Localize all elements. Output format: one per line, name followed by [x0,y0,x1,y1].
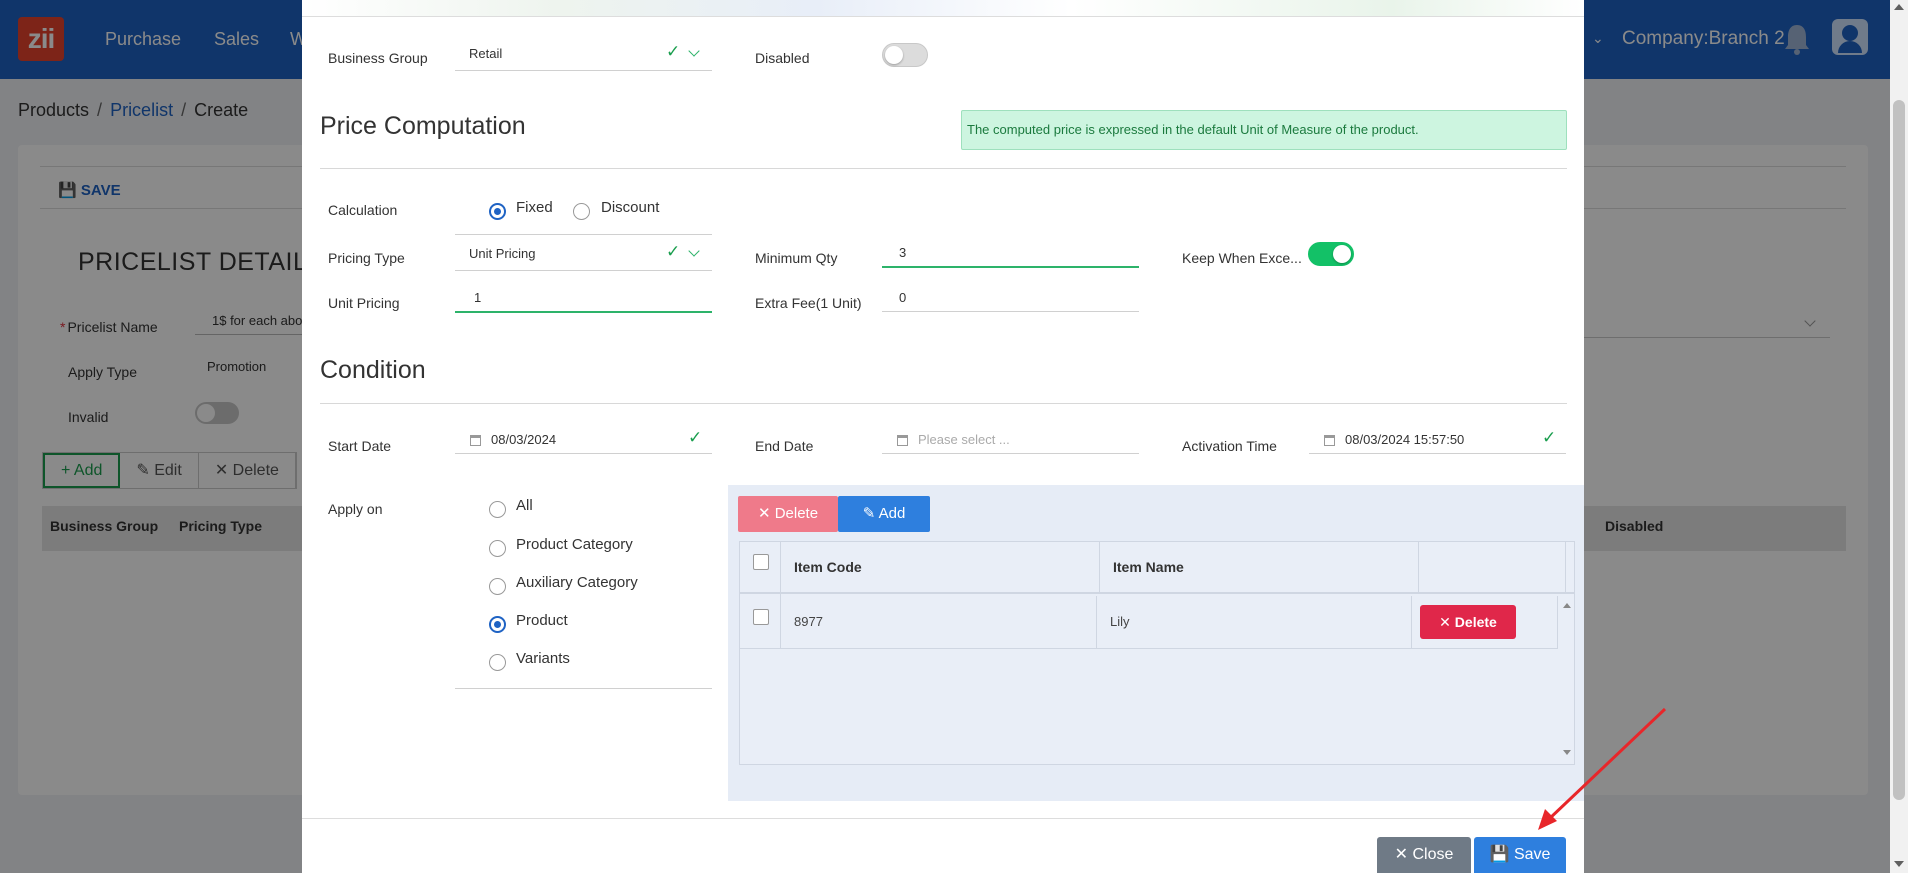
radio-product[interactable] [489,616,506,633]
radio-product-category[interactable] [489,540,506,557]
radio-auxiliary-category-label[interactable]: Auxiliary Category [516,574,638,591]
keep-when-exceeded-label: Keep When Exce... [1182,250,1302,266]
divider [320,168,1567,169]
item-name-cell: Lily [1110,614,1130,629]
underline [882,311,1139,312]
start-date-input[interactable]: 08/03/2024 [491,432,556,447]
unit-pricing-label: Unit Pricing [328,295,400,311]
chevron-down-icon[interactable] [688,245,700,257]
pricing-type-select[interactable]: Unit Pricing [469,246,535,261]
row-checkbox[interactable] [753,609,769,625]
scrollbar-thumb[interactable] [1893,100,1905,800]
select-all-checkbox[interactable] [753,554,769,570]
divider [320,403,1567,404]
check-icon: ✓ [666,242,681,261]
column-separator [1565,542,1566,594]
business-group-label: Business Group [328,50,428,66]
end-date-label: End Date [755,438,814,454]
underline [882,453,1139,454]
underline [455,70,712,71]
price-computation-title: Price Computation [320,112,526,140]
condition-title: Condition [320,356,426,384]
extra-fee-label: Extra Fee(1 Unit) [755,295,862,311]
radio-discount-label[interactable]: Discount [601,199,659,216]
table-scroll-up-icon[interactable] [1563,603,1571,608]
table-scroll-down-icon[interactable] [1563,750,1571,755]
items-add-button[interactable]: ✎ Add [838,496,930,532]
unit-pricing-input[interactable]: 1 [474,290,481,305]
minimum-qty-label: Minimum Qty [755,250,838,266]
column-separator [1099,542,1100,594]
column-separator [1096,596,1097,649]
col-item-code: Item Code [794,559,862,575]
underline [1309,453,1566,454]
column-separator [1557,596,1558,649]
items-delete-button[interactable]: ✕ Delete [738,496,838,532]
underline [455,234,712,235]
scroll-down-arrow-icon[interactable] [1894,861,1904,867]
save-button[interactable]: 💾 Save [1474,837,1566,873]
radio-product-category-label[interactable]: Product Category [516,536,633,553]
check-icon: ✓ [1542,428,1557,447]
end-date-input[interactable]: Please select ... [918,432,1010,447]
calendar-icon [897,435,908,446]
pricing-type-label: Pricing Type [328,250,405,266]
disabled-toggle[interactable] [882,43,928,67]
row-divider [739,648,1557,649]
check-icon: ✓ [666,42,681,61]
chevron-down-icon[interactable] [688,45,700,57]
radio-fixed[interactable] [489,203,506,220]
apply-on-label: Apply on [328,501,383,517]
radio-product-label[interactable]: Product [516,612,568,629]
keep-when-exceeded-toggle[interactable] [1308,242,1354,266]
underline [455,453,712,454]
radio-all-label[interactable]: All [516,497,533,514]
row-delete-button[interactable]: ✕ Delete [1420,605,1516,639]
calendar-icon [1324,435,1335,446]
column-separator [780,542,781,649]
pricing-rule-modal: Business Group Retail ✓ Disabled Price C… [302,0,1584,873]
activation-time-label: Activation Time [1182,438,1277,454]
column-separator [1418,542,1419,594]
underline [455,688,712,689]
footer-divider [302,818,1584,819]
underline [455,311,712,313]
radio-discount[interactable] [573,203,590,220]
modal-header-strip [302,0,1584,17]
calendar-icon [470,435,481,446]
minimum-qty-input[interactable]: 3 [899,245,906,260]
business-group-select[interactable]: Retail [469,46,502,61]
col-item-name: Item Name [1113,559,1184,575]
column-separator [1411,596,1412,649]
start-date-label: Start Date [328,438,392,454]
radio-auxiliary-category[interactable] [489,578,506,595]
activation-time-input[interactable]: 08/03/2024 15:57:50 [1345,432,1464,447]
calculation-label: Calculation [328,202,398,218]
radio-variants-label[interactable]: Variants [516,650,570,667]
info-message: The computed price is expressed in the d… [961,110,1567,150]
radio-variants[interactable] [489,654,506,671]
disabled-label: Disabled [755,50,810,66]
underline [455,270,712,271]
close-button[interactable]: ✕ Close [1377,837,1471,873]
radio-all[interactable] [489,501,506,518]
radio-fixed-label[interactable]: Fixed [516,199,553,216]
underline [882,266,1139,268]
check-icon: ✓ [688,428,703,447]
scroll-up-arrow-icon[interactable] [1894,4,1904,10]
item-code-cell: 8977 [794,614,823,629]
extra-fee-input[interactable]: 0 [899,290,906,305]
